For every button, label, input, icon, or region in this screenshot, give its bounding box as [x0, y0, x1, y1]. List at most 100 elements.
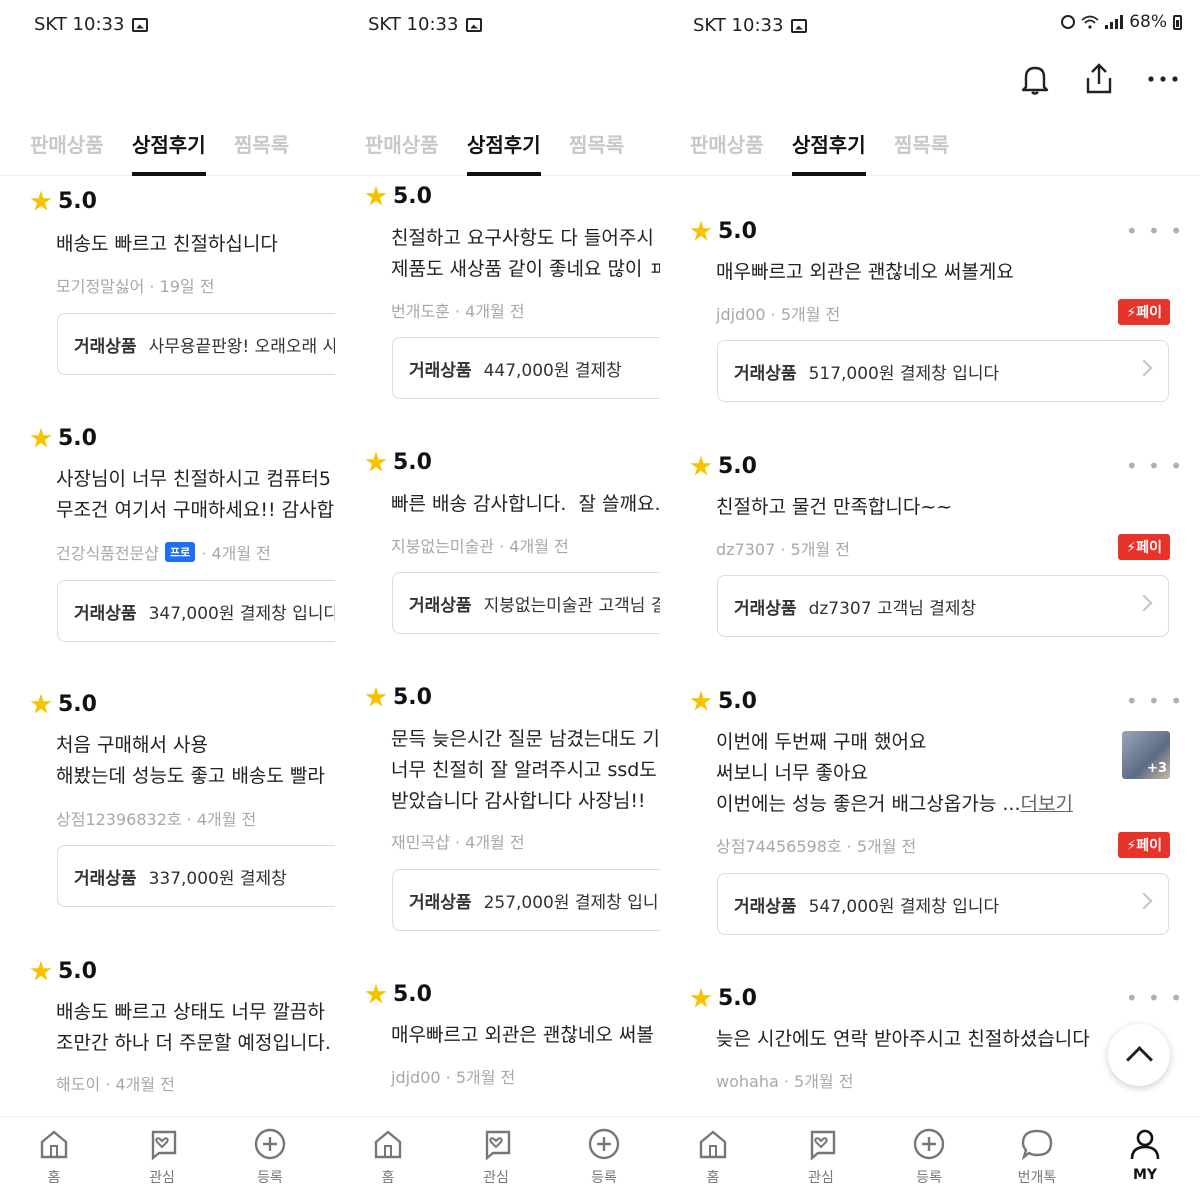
nav-home[interactable]: 홈 [14, 1127, 94, 1187]
nav-home[interactable]: 홈 [673, 1127, 753, 1187]
bell-icon[interactable] [1018, 62, 1052, 96]
trade-product-button[interactable]: 거래상품 447,000원 결제창 [392, 337, 660, 399]
nav-favorites[interactable]: 관심 [122, 1127, 202, 1187]
review-meta: 해도이 · 4개월 전 [56, 1075, 175, 1094]
pay-badge: ⚡페이 [1118, 534, 1170, 560]
shop-tabs: 판매상품 상점후기 찜목록 [660, 128, 1200, 176]
trade-label: 거래상품 [734, 363, 797, 384]
alarm-icon [1061, 15, 1076, 29]
pro-badge: 프로 [165, 542, 196, 562]
tab-reviews[interactable]: 상점후기 [467, 128, 541, 176]
review-more-button[interactable]: • • • [1126, 986, 1184, 1010]
chevron-right-icon [1135, 359, 1153, 377]
review-text: 친절하고 요구사항도 다 들어주시 제품도 새상품 같이 좋네요 많이 ㅍ [391, 227, 660, 280]
home-icon [699, 1130, 727, 1159]
trade-product-name: 지붕없는미술관 고객님 결 [483, 595, 660, 616]
trade-product-name: 347,000원 결제창 입니다 [148, 603, 335, 624]
nav-favorites[interactable]: 관심 [781, 1127, 861, 1187]
signal-icon [1105, 15, 1124, 29]
pay-badge: ⚡페이 [1118, 832, 1170, 858]
bottom-nav: 홈 관심 등록 번개톡 MY [660, 1116, 1200, 1200]
trade-label: 거래상품 [734, 598, 797, 619]
review-meta: 지붕없는미술관 · 4개월 전 [391, 537, 569, 556]
tab-products[interactable]: 판매상품 [30, 128, 104, 176]
nav-chat[interactable]: 번개톡 [997, 1127, 1077, 1187]
star-icon [30, 960, 52, 981]
trade-label: 거래상품 [734, 896, 797, 917]
review-meta: 모기정말싫어 · 19일 전 [56, 277, 215, 296]
nav-favorites[interactable]: 관심 [456, 1127, 536, 1187]
plus-circle-icon [913, 1128, 945, 1160]
review-meta: jdjd00 · 5개월 전 [716, 305, 841, 324]
review-more-button[interactable]: • • • [1126, 454, 1184, 478]
status-time: SKT 10:33 [34, 14, 149, 35]
chat-icon [1021, 1129, 1053, 1161]
review-rating: 5.0 [365, 685, 432, 710]
gallery-notification-icon [466, 17, 483, 32]
tab-wishlist[interactable]: 찜목록 [894, 128, 949, 176]
star-icon [690, 690, 712, 711]
trade-label: 거래상품 [409, 595, 472, 616]
tab-reviews[interactable]: 상점후기 [792, 128, 866, 176]
star-icon [365, 686, 387, 707]
star-icon [690, 220, 712, 241]
review-rating: 5.0 [690, 689, 757, 714]
read-more-link[interactable]: 더보기 [1020, 793, 1072, 815]
status-bar: SKT 10:33 [335, 12, 660, 40]
bottom-nav: 홈 관심 등록 [335, 1116, 660, 1200]
tab-wishlist[interactable]: 찜목록 [234, 128, 289, 176]
trade-product-name: 337,000원 결제창 [148, 868, 287, 889]
nav-register[interactable]: 등록 [564, 1127, 644, 1187]
trade-product-button[interactable]: 거래상품 사무용끝판왕! 오래오래 사 [57, 313, 335, 375]
trade-product-button[interactable]: 거래상품 257,000원 결제창 입니다 [392, 869, 660, 931]
review-photo-thumbnail[interactable]: +3 [1122, 731, 1170, 779]
plus-circle-icon [254, 1128, 286, 1160]
trade-label: 거래상품 [74, 603, 137, 624]
review-rating: 5.0 [365, 184, 432, 209]
trade-product-button[interactable]: 거래상품 547,000원 결제창 입니다 [717, 873, 1169, 935]
more-icon[interactable] [1146, 62, 1180, 96]
star-icon [30, 190, 52, 211]
nav-register[interactable]: 등록 [889, 1127, 969, 1187]
nav-register[interactable]: 등록 [230, 1127, 310, 1187]
star-icon [365, 451, 387, 472]
trade-product-name: 517,000원 결제창 입니다 [808, 363, 1000, 384]
trade-product-name: 사무용끝판왕! 오래오래 사 [148, 336, 335, 357]
status-time: SKT 10:33 [693, 15, 808, 36]
trade-product-button[interactable]: 거래상품 517,000원 결제창 입니다 [717, 340, 1169, 402]
trade-product-name: 257,000원 결제창 입니다 [483, 892, 660, 913]
star-icon [30, 693, 52, 714]
panel-2: SKT 10:33 판매상품 상점후기 찜목록 5.0 친절하고 요구사항도 다… [335, 0, 660, 1200]
trade-product-name: dz7307 고객님 결제창 [808, 598, 977, 619]
tab-wishlist[interactable]: 찜목록 [569, 128, 624, 176]
trade-label: 거래상품 [74, 868, 137, 889]
chevron-right-icon [1135, 594, 1153, 612]
user-icon [1130, 1129, 1160, 1160]
review-more-button[interactable]: • • • [1126, 219, 1184, 243]
nav-my[interactable]: MY [1105, 1127, 1185, 1183]
review-text: 배송도 빠르고 상태도 너무 깔끔하 조만간 하나 더 주문할 예정입니다. [56, 1001, 331, 1054]
trade-product-button[interactable]: 거래상품 지붕없는미술관 고객님 결 [392, 572, 660, 634]
status-indicators: 68% [1061, 12, 1182, 32]
plus-circle-icon [588, 1128, 620, 1160]
heart-chat-icon [810, 1130, 836, 1161]
panel-3: SKT 10:33 68% 판매상품 상점후기 찜목록 5.0 • • • 매우… [660, 0, 1200, 1200]
share-icon[interactable] [1082, 62, 1116, 96]
chevron-right-icon [1135, 892, 1153, 910]
review-rating: 5.0 [690, 986, 757, 1011]
trade-product-button[interactable]: 거래상품 337,000원 결제창 [57, 845, 335, 907]
battery-icon [1173, 14, 1182, 30]
review-meta: 상점12396832호 · 4개월 전 [56, 810, 257, 829]
shop-tabs: 판매상품 상점후기 찜목록 [0, 128, 335, 176]
star-icon [365, 185, 387, 206]
trade-product-button[interactable]: 거래상품 347,000원 결제창 입니다 [57, 580, 335, 642]
review-more-button[interactable]: • • • [1126, 689, 1184, 713]
tab-products[interactable]: 판매상품 [690, 128, 764, 176]
tab-products[interactable]: 판매상품 [365, 128, 439, 176]
tab-reviews[interactable]: 상점후기 [132, 128, 206, 176]
heart-chat-icon [151, 1130, 177, 1161]
scroll-to-top-button[interactable] [1108, 1024, 1170, 1086]
gallery-notification-icon [132, 17, 149, 32]
trade-product-button[interactable]: 거래상품 dz7307 고객님 결제창 [717, 575, 1169, 637]
nav-home[interactable]: 홈 [348, 1127, 428, 1187]
